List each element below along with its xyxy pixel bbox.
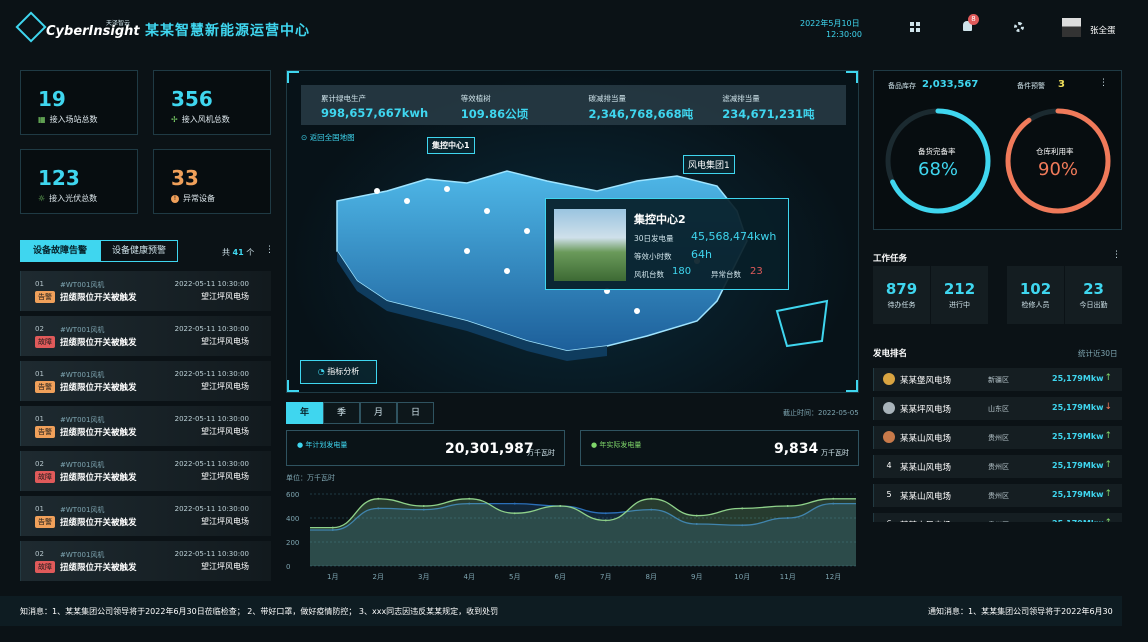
x-tick-label: 11月 bbox=[780, 573, 796, 581]
alarm-item[interactable]: 02 故障 #WT001风机扭缆限位开关被触发 2022-05-11 10:30:00… bbox=[20, 541, 271, 581]
alarm-time: 2022-05-11 10:30:00 bbox=[174, 550, 249, 558]
alarm-title: 扭缆限位开关被触发 bbox=[60, 563, 137, 573]
rank-value: 25,179Mkw bbox=[1052, 490, 1104, 499]
arrow-up-icon: ↑ bbox=[1104, 518, 1112, 528]
x-tick-label: 5月 bbox=[509, 573, 520, 581]
rank-medal-icon: 4 bbox=[886, 461, 892, 470]
ranking-item[interactable]: 7 某某山风电场 贵州区 25,179Mkw ↑ bbox=[873, 542, 1122, 565]
rank-medal-icon: 5 bbox=[886, 490, 892, 499]
y-tick-label: 0 bbox=[286, 563, 290, 571]
rank-region: 贵州区 bbox=[988, 434, 1009, 442]
rank-name: 某某山风电场 bbox=[900, 550, 952, 560]
arrow-up-icon: ↑ bbox=[1104, 547, 1112, 557]
ticker-text-right: 通知消息：1、某某集团公司领导将于2022年6月30 bbox=[928, 607, 1113, 616]
ranking-item[interactable]: 某某堡风电场 新疆区 25,179Mkw ↑ bbox=[873, 368, 1122, 391]
rank-value: 25,179Mkw bbox=[1052, 461, 1104, 470]
rank-region: 贵州区 bbox=[988, 550, 1009, 558]
rank-name: 某某山风电场 bbox=[900, 521, 952, 531]
ranking-item[interactable]: 某某坪风电场 山东区 25,179Mkw ↓ bbox=[873, 397, 1122, 420]
data-point bbox=[331, 526, 334, 529]
rank-value: 25,179Mkw bbox=[1052, 519, 1104, 528]
ranking-item[interactable]: 4 某某山风电场 贵州区 25,179Mkw ↑ bbox=[873, 455, 1122, 478]
arrow-down-icon: ↓ bbox=[1104, 402, 1112, 412]
arrow-up-icon: ↑ bbox=[1104, 460, 1112, 470]
x-tick-label: 12月 bbox=[825, 573, 841, 581]
alarm-no: 02 bbox=[35, 550, 44, 558]
rank-region: 贵州区 bbox=[988, 521, 1009, 529]
ticker-text: 知消息：1、某某集团公司领导将于2022年6月30日莅临检查； 2、带好口罩，做… bbox=[20, 607, 499, 616]
x-tick-label: 1月 bbox=[327, 573, 338, 581]
y-tick-label: 200 bbox=[286, 539, 299, 547]
x-tick-label: 3月 bbox=[418, 573, 429, 581]
alarm-device: #WT001风机 bbox=[60, 551, 105, 559]
x-tick-label: 9月 bbox=[691, 573, 702, 581]
rank-medal-icon bbox=[883, 431, 895, 443]
ranking-item[interactable]: 6 某某山风电场 贵州区 25,179Mkw ↑ bbox=[873, 513, 1122, 531]
x-tick-label: 6月 bbox=[555, 573, 566, 581]
rank-name: 某某山风电场 bbox=[900, 463, 952, 473]
rank-region: 贵州区 bbox=[988, 463, 1009, 471]
x-tick-label: 4月 bbox=[464, 573, 475, 581]
rank-value: 25,179Mkw bbox=[1052, 374, 1104, 383]
rank-region: 山东区 bbox=[988, 405, 1009, 413]
rank-region: 新疆区 bbox=[988, 376, 1009, 384]
rank-medal-icon bbox=[883, 402, 895, 414]
alarm-station: 望江坪风电场 bbox=[201, 562, 249, 571]
rank-value: 25,179Mkw bbox=[1052, 432, 1104, 441]
arrow-up-icon: ↑ bbox=[1104, 373, 1112, 383]
rank-name: 某某山风电场 bbox=[900, 492, 952, 502]
rank-value: 25,179Mkw bbox=[1052, 403, 1104, 412]
ranking-list: 某某堡风电场 新疆区 25,179Mkw ↑ 某某坪风电场 山东区 25,179Mkw ↓ 某某… bbox=[0, 0, 1148, 565]
notice-ticker: 知消息：1、某某集团公司领导将于2022年6月30日莅临检查； 2、带好口罩，做… bbox=[0, 596, 1122, 626]
x-tick-label: 10月 bbox=[734, 573, 750, 581]
ranking-item[interactable]: 某某山风电场 贵州区 25,179Mkw ↑ bbox=[873, 426, 1122, 449]
x-tick-label: 8月 bbox=[646, 573, 657, 581]
rank-medal-icon bbox=[883, 373, 895, 385]
rank-medal-icon: 7 bbox=[886, 548, 892, 557]
rank-name: 某某堡风电场 bbox=[900, 376, 952, 386]
alarm-badge: 故障 bbox=[35, 561, 55, 573]
rank-region: 贵州区 bbox=[988, 492, 1009, 500]
rank-medal-icon: 6 bbox=[886, 519, 892, 528]
rank-value: 25,179Mkw bbox=[1052, 548, 1104, 557]
rank-name: 某某坪风电场 bbox=[900, 405, 952, 415]
rank-name: 某某山风电场 bbox=[900, 434, 952, 444]
arrow-up-icon: ↑ bbox=[1104, 489, 1112, 499]
arrow-up-icon: ↑ bbox=[1104, 431, 1112, 441]
ranking-item[interactable]: 5 某某山风电场 贵州区 25,179Mkw ↑ bbox=[873, 484, 1122, 507]
x-tick-label: 7月 bbox=[600, 573, 611, 581]
x-tick-label: 2月 bbox=[373, 573, 384, 581]
